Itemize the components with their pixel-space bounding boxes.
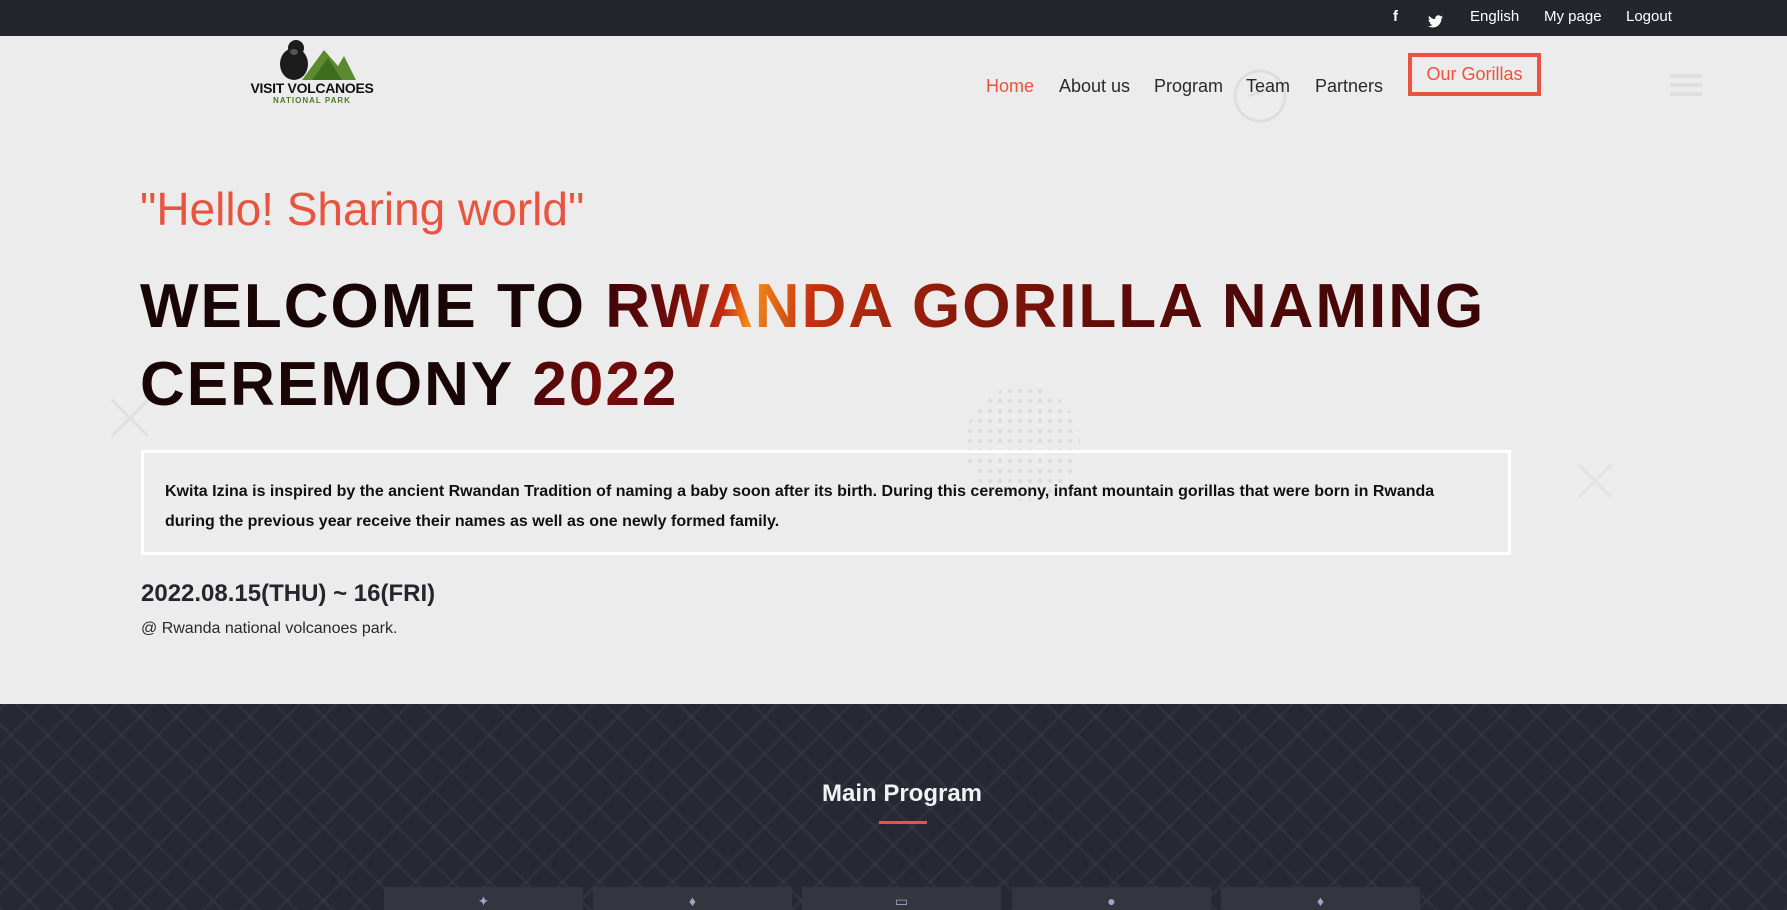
hero-headline: WELCOME TO RWANDA GORILLA NAMING CEREMON… <box>140 268 1540 424</box>
top-utility-bar: f English My page Logout <box>0 0 1787 36</box>
program-card-1[interactable]: ✦ <box>384 887 583 910</box>
program-card-2-icon: ♦ <box>688 893 697 909</box>
headline-part-year: 2022 <box>532 350 679 419</box>
main-program-section: Main Program ✦ ♦ ▭ ● ♦ <box>0 704 1787 910</box>
program-card-1-icon: ✦ <box>477 893 490 909</box>
logo-sub-text: NATIONAL PARK <box>273 96 351 105</box>
headline-part-ceremony: CEREMONY <box>140 350 533 419</box>
decorative-cross-icon-2 <box>1577 463 1613 499</box>
nav-program[interactable]: Program <box>1154 74 1223 98</box>
decorative-menu-icon <box>1670 74 1702 96</box>
headline-part-welcome: WELCOME TO <box>140 272 606 341</box>
program-card-3-icon: ▭ <box>894 893 909 909</box>
nav-about-us[interactable]: About us <box>1059 74 1130 98</box>
nav-partners[interactable]: Partners <box>1315 74 1383 98</box>
program-card-3[interactable]: ▭ <box>802 887 1001 910</box>
hero-description: Kwita Izina is inspired by the ancient R… <box>165 483 1435 530</box>
twitter-icon[interactable] <box>1428 7 1443 28</box>
logo-brand-text: VISIT VOLCANOES <box>250 80 374 96</box>
nav-home[interactable]: Home <box>986 74 1034 98</box>
hero-greeting: "Hello! Sharing world" <box>140 183 585 235</box>
my-page-link[interactable]: My page <box>1544 0 1602 36</box>
logout-link[interactable]: Logout <box>1626 0 1672 36</box>
language-selector[interactable]: English <box>1470 0 1519 36</box>
program-card-4-icon: ● <box>1107 893 1116 909</box>
hero-description-box: Kwita Izina is inspired by the ancient R… <box>141 450 1511 555</box>
gorilla-mountain-icon <box>280 40 356 80</box>
program-card-2[interactable]: ♦ <box>593 887 792 910</box>
main-program-title: Main Program <box>821 780 983 807</box>
nav-team[interactable]: Team <box>1246 74 1290 98</box>
site-logo[interactable]: VISIT VOLCANOES NATIONAL PARK <box>250 36 374 108</box>
title-underline <box>879 821 927 824</box>
program-card-5-icon: ♦ <box>1316 893 1325 909</box>
facebook-icon[interactable]: f <box>1393 0 1398 36</box>
event-venue: @ Rwanda national volcanoes park. <box>141 620 398 637</box>
program-card-4[interactable]: ● <box>1012 887 1211 910</box>
twitter-glyph <box>1428 15 1443 28</box>
headline-part-rwanda: RWANDA GORILLA NAMING <box>605 272 1486 341</box>
program-card-5[interactable]: ♦ <box>1221 887 1420 910</box>
our-gorillas-button[interactable]: Our Gorillas <box>1408 53 1541 96</box>
event-date: 2022.08.15(THU) ~ 16(FRI) <box>141 580 436 607</box>
